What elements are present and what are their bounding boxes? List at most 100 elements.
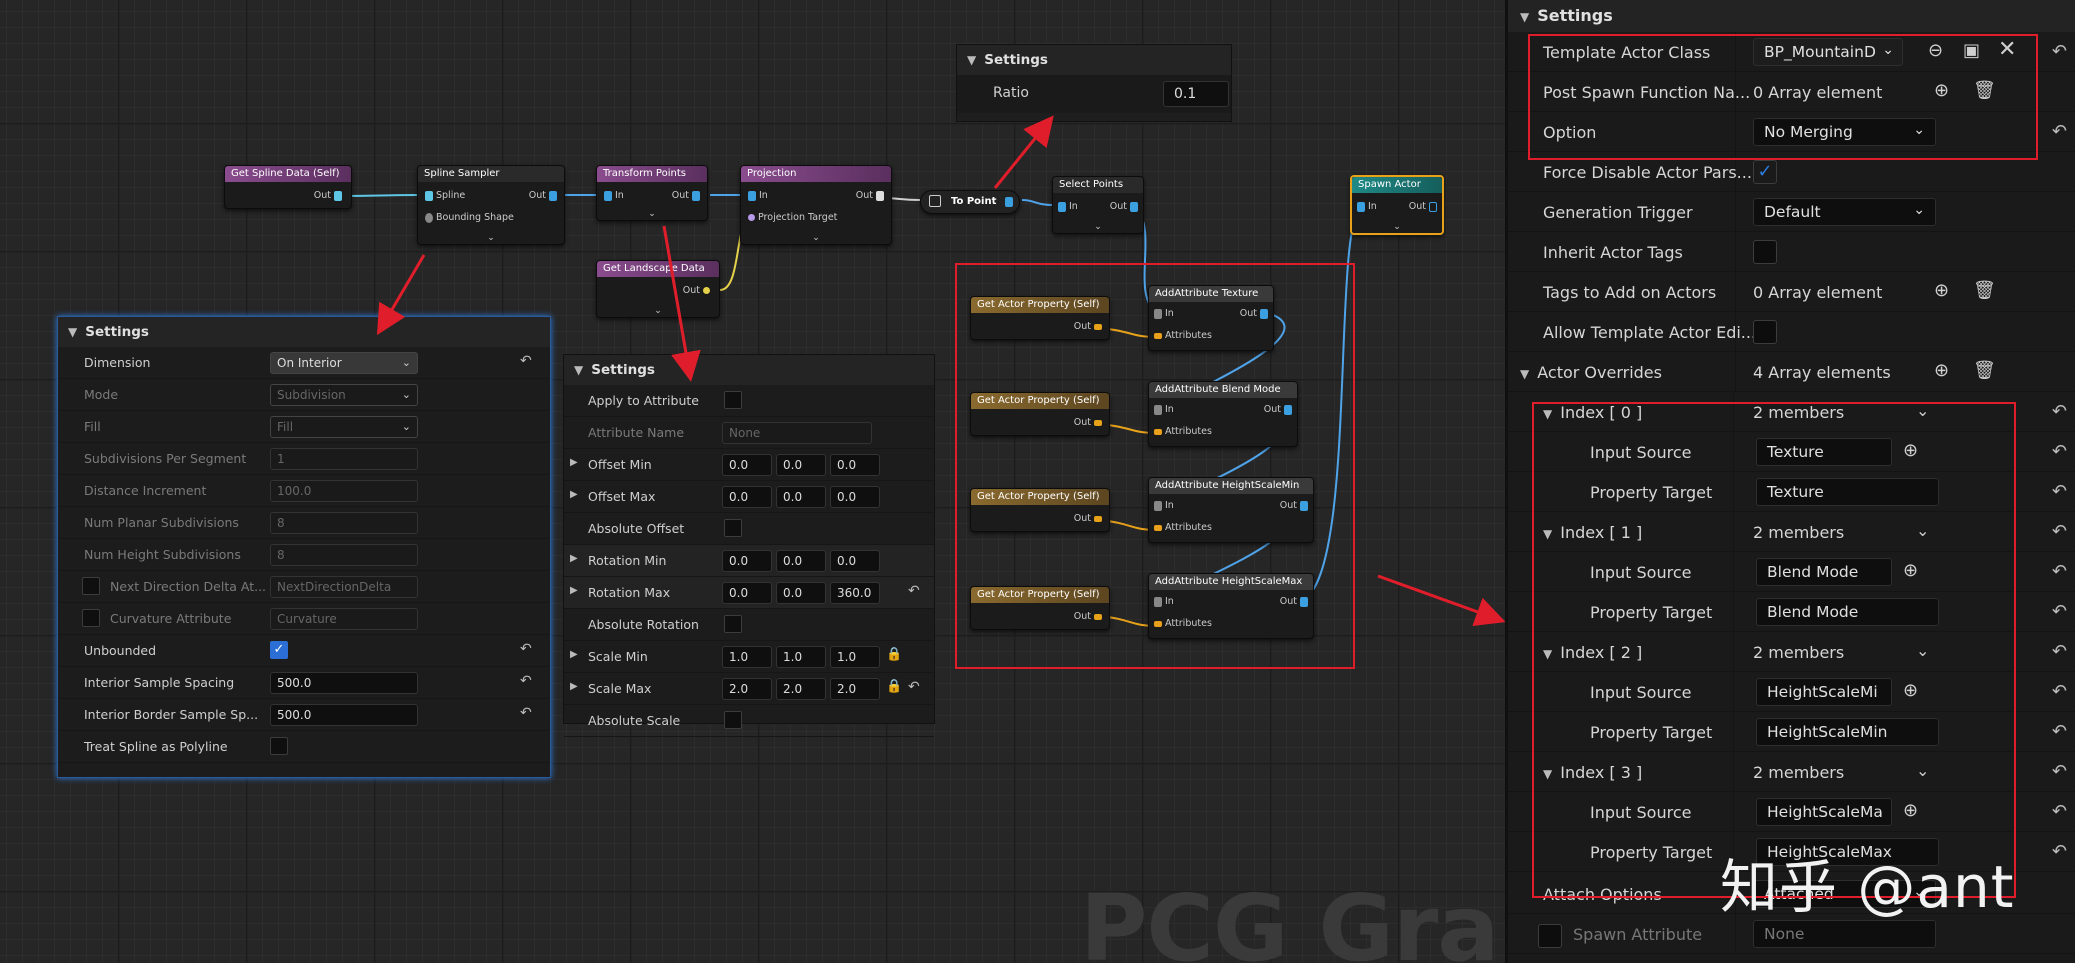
node-get-spline-data[interactable]: Get Spline Data (Self) Out xyxy=(224,165,352,209)
setting-field[interactable]: 1 xyxy=(270,448,418,470)
allow-template-checkbox[interactable] xyxy=(1753,320,1777,344)
ratio-field[interactable]: 0.1 xyxy=(1163,81,1229,107)
in-pin[interactable] xyxy=(748,190,756,201)
vector-component-field[interactable]: 0.0 xyxy=(776,550,826,572)
lock-icon[interactable]: 🔒 xyxy=(886,679,902,694)
chevron-down-icon[interactable]: ⌄ xyxy=(654,306,662,316)
panel-header[interactable]: ▼ Settings xyxy=(957,45,1231,75)
spline-pin[interactable] xyxy=(425,190,433,201)
reset-icon[interactable]: ↶ xyxy=(2052,801,2067,822)
reset-icon[interactable]: ↶ xyxy=(520,673,532,689)
setting-checkbox[interactable] xyxy=(724,519,742,537)
node-transform-points[interactable]: Transform Points In Out ⌄ xyxy=(596,165,708,221)
bounding-pin[interactable] xyxy=(425,212,433,223)
reset-icon[interactable]: ↶ xyxy=(2052,761,2067,782)
setting-checkbox[interactable] xyxy=(724,711,742,729)
expand-icon[interactable]: ▶ xyxy=(570,585,578,596)
out-pin[interactable] xyxy=(549,190,557,201)
expand-icon[interactable]: ▶ xyxy=(570,649,578,660)
reset-icon[interactable]: ↶ xyxy=(2052,521,2067,542)
reset-icon[interactable]: ↶ xyxy=(2052,441,2067,462)
setting-dropdown[interactable]: Subdivision ⌄ xyxy=(270,384,418,406)
expand-icon[interactable]: ▶ xyxy=(570,553,578,564)
out-pin[interactable] xyxy=(1429,201,1437,212)
reset-icon[interactable]: ↶ xyxy=(520,641,532,657)
chevron-down-icon[interactable]: ⌄ xyxy=(648,209,656,219)
details-header[interactable]: ▼ Settings xyxy=(1508,0,2075,32)
vector-component-field[interactable]: 1.0 xyxy=(830,646,880,668)
expand-icon[interactable]: ▶ xyxy=(570,681,578,692)
vector-component-field[interactable]: 0.0 xyxy=(776,454,826,476)
setting-field[interactable]: 8 xyxy=(270,512,418,534)
node-to-point[interactable]: To Point xyxy=(920,190,1020,214)
reset-icon[interactable]: ↶ xyxy=(2052,641,2067,662)
force-disable-checkbox[interactable]: ✓ xyxy=(1753,160,1777,184)
reset-icon[interactable]: ↶ xyxy=(2052,681,2067,702)
trash-icon[interactable]: 🗑 xyxy=(1973,360,1996,381)
reset-icon[interactable]: ↶ xyxy=(908,679,920,695)
node-spawn-actor[interactable]: Spawn Actor In Out ⌄ xyxy=(1350,175,1444,235)
out-pin[interactable] xyxy=(703,287,710,294)
vector-component-field[interactable]: 360.0 xyxy=(830,582,880,604)
setting-checkbox[interactable] xyxy=(724,615,742,633)
setting-field[interactable]: None xyxy=(722,422,872,444)
panel-header[interactable]: ▼ Settings xyxy=(564,355,934,385)
out-pin[interactable] xyxy=(692,190,700,201)
expand-icon[interactable]: ▶ xyxy=(570,489,578,500)
out-pin[interactable] xyxy=(876,190,884,201)
setting-checkbox[interactable] xyxy=(82,609,100,627)
polyline-checkbox[interactable] xyxy=(270,737,288,755)
reset-icon[interactable]: ↶ xyxy=(520,705,532,721)
spawn-attribute-checkbox[interactable] xyxy=(1538,924,1562,948)
setting-checkbox[interactable] xyxy=(82,577,100,595)
generation-trigger-dropdown[interactable]: Default ⌄ xyxy=(1753,198,1936,226)
setting-field[interactable]: 500.0 xyxy=(270,704,418,726)
out-pin[interactable] xyxy=(1005,197,1013,207)
actor-overrides-toggle[interactable]: ▼ Actor Overrides xyxy=(1520,363,1662,382)
spawn-attribute-field[interactable]: None xyxy=(1753,920,1936,948)
reset-icon[interactable]: ↶ xyxy=(2052,121,2067,142)
lock-icon[interactable]: 🔒 xyxy=(886,647,902,662)
setting-dropdown[interactable]: On Interior ⌄ xyxy=(270,352,418,374)
setting-field[interactable]: 8 xyxy=(270,544,418,566)
vector-component-field[interactable]: 0.0 xyxy=(776,486,826,508)
vector-component-field[interactable]: 0.0 xyxy=(830,454,880,476)
unbounded-checkbox[interactable]: ✓ xyxy=(270,641,288,659)
chevron-down-icon[interactable]: ⌄ xyxy=(487,233,495,243)
vector-component-field[interactable]: 0.0 xyxy=(722,486,772,508)
chevron-down-icon[interactable]: ⌄ xyxy=(812,233,820,243)
in-pin[interactable] xyxy=(1058,201,1066,212)
reset-icon[interactable]: ↶ xyxy=(2052,601,2067,622)
node-spline-sampler[interactable]: Spline Sampler Spline Out Bounding Shape… xyxy=(417,165,565,245)
setting-dropdown[interactable]: Fill ⌄ xyxy=(270,416,418,438)
node-projection[interactable]: Projection In Out Projection Target ⌄ xyxy=(740,165,892,245)
reset-icon[interactable]: ↶ xyxy=(2052,481,2067,502)
projection-target-pin[interactable] xyxy=(748,214,755,221)
pcg-graph-canvas[interactable]: PCG Graph Get Spline Data (Self) Out Spl… xyxy=(0,0,1505,963)
reset-icon[interactable]: ↶ xyxy=(2052,721,2067,742)
vector-component-field[interactable]: 0.0 xyxy=(722,582,772,604)
chevron-down-icon[interactable]: ⌄ xyxy=(1393,222,1401,232)
in-pin[interactable] xyxy=(1357,201,1365,212)
inherit-tags-checkbox[interactable] xyxy=(1753,240,1777,264)
vector-component-field[interactable]: 0.0 xyxy=(722,454,772,476)
node-get-landscape-data[interactable]: Get Landscape Data Out ⌄ xyxy=(596,260,720,318)
vector-component-field[interactable]: 0.0 xyxy=(830,550,880,572)
vector-component-field[interactable]: 0.0 xyxy=(830,486,880,508)
vector-component-field[interactable]: 1.0 xyxy=(722,646,772,668)
chevron-down-icon[interactable]: ⌄ xyxy=(1094,222,1102,232)
reset-icon[interactable]: ↶ xyxy=(2052,401,2067,422)
expand-icon[interactable]: ▶ xyxy=(570,457,578,468)
reset-icon[interactable]: ↶ xyxy=(2052,561,2067,582)
vector-component-field[interactable]: 0.0 xyxy=(776,582,826,604)
reset-icon[interactable]: ↶ xyxy=(2052,41,2067,62)
setting-field[interactable]: 500.0 xyxy=(270,672,418,694)
setting-checkbox[interactable] xyxy=(724,391,742,409)
node-select-points[interactable]: Select Points In Out ⌄ xyxy=(1052,176,1144,234)
setting-field[interactable]: 100.0 xyxy=(270,480,418,502)
setting-field[interactable]: NextDirectionDelta xyxy=(270,576,418,598)
setting-field[interactable]: Curvature xyxy=(270,608,418,630)
reset-icon[interactable]: ↶ xyxy=(2052,841,2067,862)
out-pin[interactable] xyxy=(334,190,342,201)
panel-header[interactable]: ▼ Settings xyxy=(58,317,550,347)
